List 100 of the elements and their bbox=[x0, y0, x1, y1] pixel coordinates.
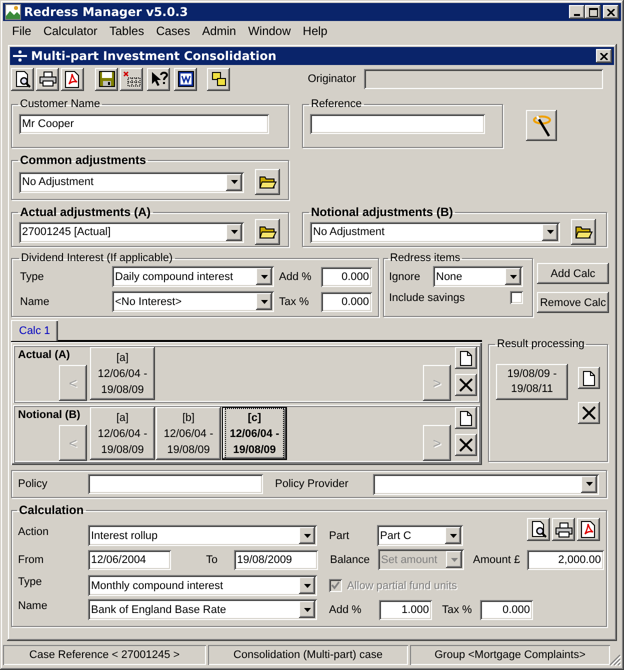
dropdown-arrow-button[interactable] bbox=[256, 268, 272, 285]
group-label: Actual adjustments (A) bbox=[19, 205, 152, 219]
menu-item[interactable]: Help bbox=[296, 24, 334, 38]
action-button[interactable]: Add Calc bbox=[537, 263, 609, 284]
text-field[interactable]: 0.000 bbox=[321, 292, 372, 312]
part-button[interactable]: [b] 12/06/04 - 19/08/09 bbox=[156, 407, 221, 460]
printer-icon bbox=[554, 522, 572, 538]
open-button[interactable] bbox=[571, 219, 596, 245]
dropdown-arrow-button[interactable] bbox=[226, 174, 242, 190]
preview-button[interactable] bbox=[11, 68, 34, 90]
new-button[interactable] bbox=[455, 347, 477, 369]
word-button[interactable] bbox=[174, 68, 197, 90]
open-button[interactable] bbox=[255, 169, 280, 195]
preview-button[interactable] bbox=[527, 518, 550, 541]
dropdown[interactable]: None bbox=[433, 266, 523, 287]
field-label: Policy bbox=[18, 478, 48, 490]
part-button[interactable]: [a] 12/06/04 - 19/08/09 bbox=[90, 347, 155, 400]
open-button[interactable] bbox=[255, 219, 280, 245]
group-label: Dividend Interest (If applicable) bbox=[20, 252, 174, 264]
pdf-button[interactable] bbox=[577, 518, 600, 541]
page-icon bbox=[460, 350, 472, 366]
wand-icon bbox=[530, 114, 552, 138]
dropdown-arrow-button[interactable] bbox=[226, 224, 242, 240]
text-field[interactable]: 2,000.00 bbox=[527, 550, 604, 570]
dropdown[interactable]: 27001245 [Actual] bbox=[19, 222, 244, 242]
text-field[interactable]: Mr Cooper bbox=[19, 114, 269, 134]
field-label: Part bbox=[328, 530, 350, 542]
close-icon bbox=[600, 52, 608, 60]
squares-icon bbox=[210, 71, 226, 87]
dropdown-arrow-button[interactable] bbox=[505, 268, 521, 285]
delete-button[interactable] bbox=[455, 434, 477, 456]
status-text: Group <Mortgage Complaints> bbox=[410, 645, 610, 665]
maximize-button[interactable] bbox=[585, 5, 601, 19]
menu-item[interactable]: Window bbox=[242, 24, 297, 38]
group-label: Redress items bbox=[389, 252, 462, 264]
new-button[interactable] bbox=[578, 367, 600, 389]
dropdown[interactable]: No Adjustment bbox=[19, 172, 244, 192]
dropdown-arrow-button[interactable] bbox=[542, 224, 558, 240]
field-label: From bbox=[18, 554, 45, 566]
help-button[interactable] bbox=[147, 68, 170, 90]
dropdown[interactable]: Bank of England Base Rate bbox=[88, 599, 317, 620]
caret-icon bbox=[230, 180, 238, 184]
minimize-button[interactable] bbox=[569, 5, 585, 19]
text-field[interactable]: 0.000 bbox=[480, 600, 533, 620]
dropdown[interactable]: Interest rollup bbox=[88, 525, 317, 546]
text-field[interactable]: 12/06/2004 bbox=[88, 550, 171, 570]
new-button[interactable] bbox=[455, 407, 477, 429]
text-field[interactable]: 19/08/2009 bbox=[234, 550, 318, 570]
text-field[interactable] bbox=[88, 474, 263, 494]
menu-item[interactable]: Tables bbox=[103, 24, 150, 38]
print-button[interactable] bbox=[552, 518, 575, 541]
pdf-icon bbox=[581, 521, 596, 538]
dropdown[interactable]: <No Interest> bbox=[112, 291, 274, 312]
wizard-button[interactable] bbox=[526, 110, 557, 141]
print-button[interactable] bbox=[36, 68, 59, 90]
status-text: Consolidation (Multi-part) case bbox=[208, 645, 408, 665]
group-label: Result processing bbox=[496, 338, 586, 350]
close-icon bbox=[607, 8, 615, 16]
menu-item[interactable]: Calculator bbox=[37, 24, 104, 38]
dropdown[interactable]: Monthly compound interest bbox=[88, 575, 317, 596]
printer-icon bbox=[38, 71, 56, 87]
close-button[interactable] bbox=[603, 5, 619, 19]
dropdown-arrow-button[interactable] bbox=[299, 577, 315, 594]
part-button[interactable]: [c] 12/06/04 - 19/08/09 bbox=[222, 407, 287, 460]
dropdown-arrow-button[interactable] bbox=[299, 527, 315, 544]
part-button[interactable]: [a] 12/06/04 - 19/08/09 bbox=[90, 407, 155, 460]
pdf-button[interactable] bbox=[61, 68, 84, 90]
checkbox-label: Allow partial fund units bbox=[347, 580, 458, 592]
action-button[interactable]: Remove Calc bbox=[537, 292, 609, 313]
dropdown-arrow-button[interactable] bbox=[581, 476, 597, 492]
dropdown[interactable] bbox=[373, 474, 599, 494]
delete-button[interactable] bbox=[455, 374, 477, 396]
field-label: Type bbox=[18, 575, 43, 588]
close-button[interactable] bbox=[596, 49, 612, 63]
dropdown-arrow-button[interactable] bbox=[445, 527, 461, 544]
caret-icon bbox=[260, 274, 268, 278]
checkbox-label: Include savings bbox=[389, 292, 465, 304]
cursor-icon bbox=[150, 70, 168, 88]
tab[interactable]: Calc 1 bbox=[11, 320, 58, 341]
dropdown-arrow-button[interactable] bbox=[299, 601, 315, 618]
clear-button[interactable] bbox=[120, 68, 143, 90]
field-label: To bbox=[205, 554, 219, 566]
checkbox[interactable] bbox=[510, 291, 523, 304]
text-field[interactable]: 0.000 bbox=[321, 266, 372, 286]
dropdown[interactable]: Part C bbox=[377, 525, 463, 546]
dropdown[interactable]: Daily compound interest bbox=[112, 266, 274, 287]
dropdown-arrow-button[interactable] bbox=[256, 293, 272, 310]
save-button[interactable] bbox=[95, 68, 118, 90]
windows-button[interactable] bbox=[207, 68, 230, 90]
field-label: Balance bbox=[329, 554, 371, 566]
text-field[interactable] bbox=[310, 114, 485, 134]
dropdown[interactable]: No Adjustment bbox=[310, 222, 560, 242]
period-button[interactable]: 19/08/09 - 19/08/11 bbox=[496, 364, 568, 400]
delete-button[interactable] bbox=[578, 402, 600, 424]
menu-item[interactable]: File bbox=[6, 24, 38, 38]
text-field[interactable]: 1.000 bbox=[379, 600, 432, 620]
caret-icon bbox=[304, 608, 310, 612]
menu-item[interactable]: Admin bbox=[196, 24, 242, 38]
app-icon bbox=[5, 4, 21, 20]
menu-item[interactable]: Cases bbox=[150, 24, 196, 38]
